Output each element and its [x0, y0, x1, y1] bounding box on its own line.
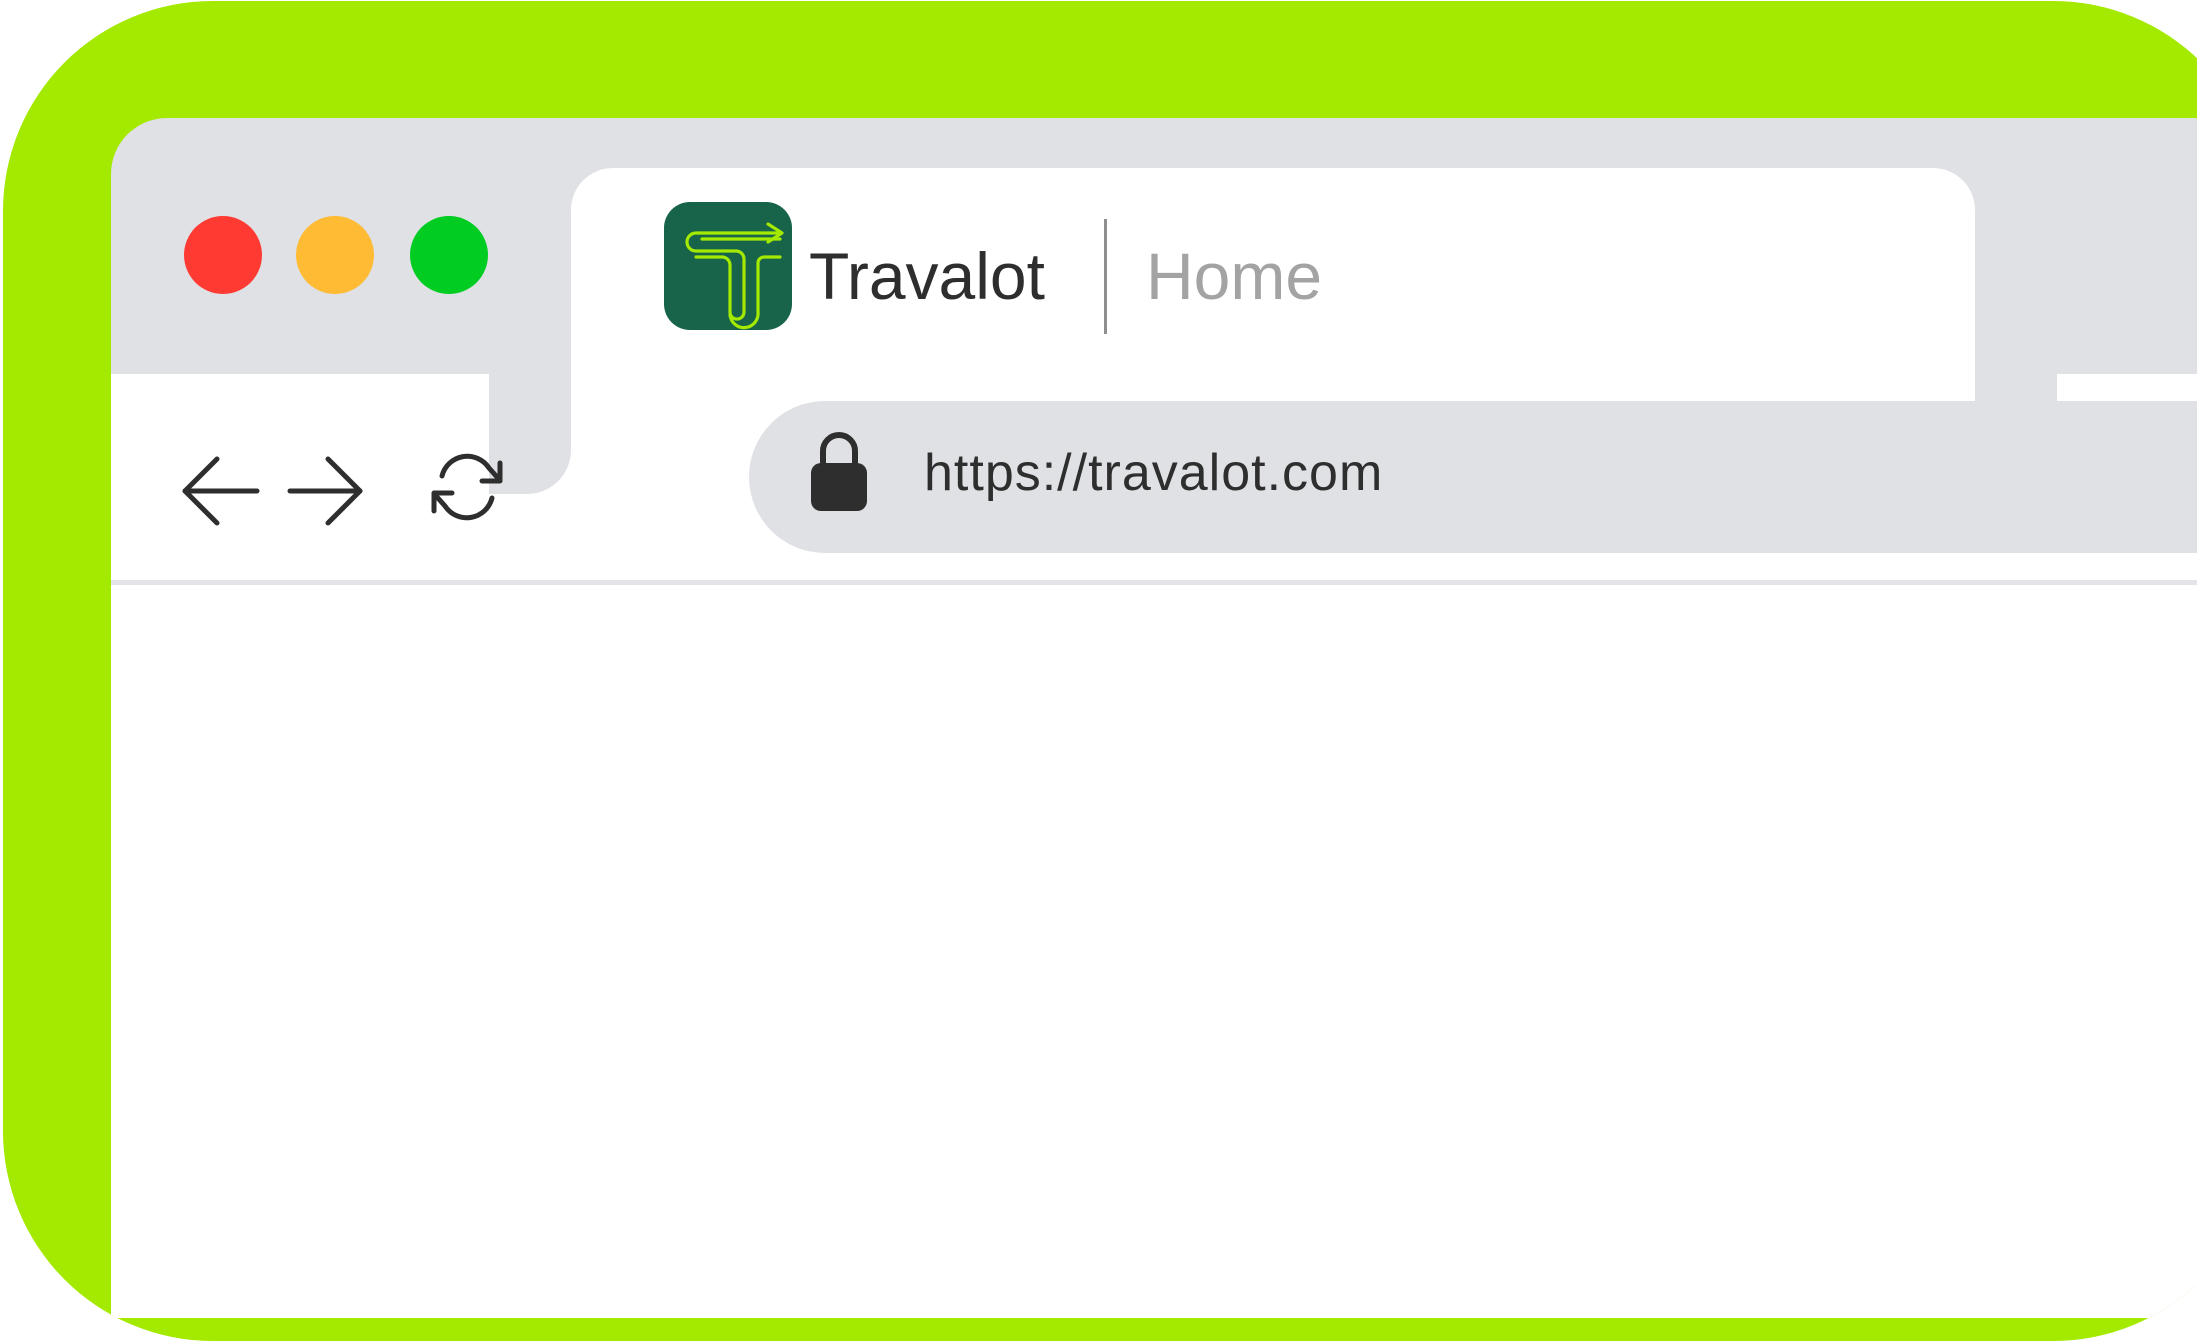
arrow-right-icon[interactable]: [278, 442, 374, 538]
tab-site-name: Travalot: [809, 239, 1045, 313]
browser-window: Travalot Home https://travalot.com: [111, 118, 2197, 1318]
tab-title-divider: [1104, 219, 1107, 334]
minimize-window-button[interactable]: [296, 216, 374, 294]
arrow-left-icon[interactable]: [171, 442, 267, 538]
address-bar[interactable]: https://travalot.com: [749, 401, 2197, 553]
close-window-button[interactable]: [184, 216, 262, 294]
device-frame: Travalot Home https://travalot.com: [3, 1, 2197, 1341]
url-text[interactable]: https://travalot.com: [924, 437, 1383, 509]
reload-icon[interactable]: [419, 438, 515, 534]
lock-icon: [811, 432, 867, 511]
maximize-window-button[interactable]: [410, 216, 488, 294]
travalot-logo-icon: [664, 202, 792, 330]
tab-page-title: Home: [1146, 239, 1323, 313]
toolbar-divider: [111, 580, 2197, 585]
